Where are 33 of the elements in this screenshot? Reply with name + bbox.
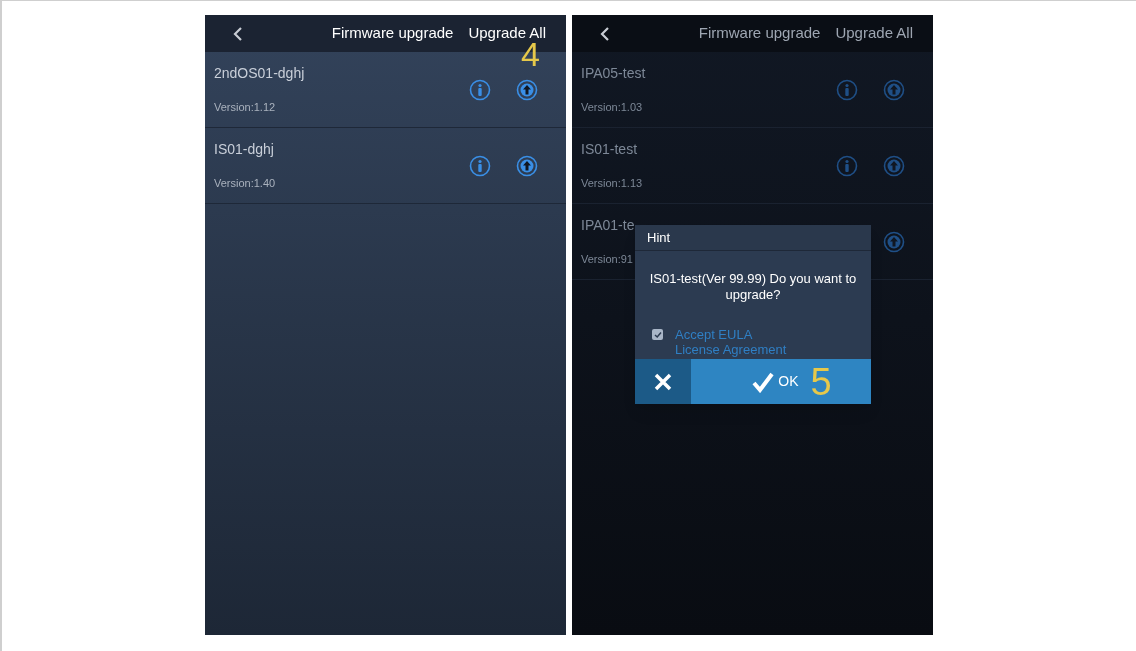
info-icon[interactable] (469, 154, 491, 177)
cancel-button[interactable] (635, 359, 691, 404)
close-icon (654, 372, 672, 391)
device-name: IS01-test (581, 140, 638, 160)
upload-icon[interactable] (883, 230, 905, 253)
version-text: Version:1.12 (214, 100, 276, 116)
upload-icon[interactable] (516, 154, 538, 177)
info-icon[interactable] (469, 78, 491, 101)
upload-icon[interactable] (883, 154, 905, 177)
dialog-title: Hint (635, 225, 871, 251)
version-text: Version:1.03 (581, 100, 643, 116)
info-icon[interactable] (836, 78, 858, 101)
upload-icon[interactable] (516, 78, 538, 101)
header-title: Firmware upgrade (698, 23, 821, 44)
device-name: 2ndOS01-dghj (214, 64, 305, 84)
device-name: IS01-dghj (214, 140, 274, 160)
device-name: IPA01-te (581, 216, 635, 236)
eula-checkbox[interactable] (652, 329, 663, 340)
version-text: Version:91 (581, 252, 633, 268)
version-text: Version:1.13 (581, 176, 643, 192)
back-icon[interactable] (600, 25, 610, 42)
info-icon[interactable] (836, 154, 858, 177)
upgrade-all-link[interactable]: Upgrade All (835, 22, 913, 45)
device-name: IPA05-test (581, 64, 646, 84)
version-text: Version:1.40 (214, 176, 276, 192)
ok-button[interactable]: OK 5 (691, 359, 871, 404)
check-icon (752, 370, 775, 393)
dialog-message: IS01-test(Ver 99.99) Do you want to upgrade? (648, 270, 858, 303)
eula-label: Accept EULA License Agreement (675, 327, 787, 357)
callout-number: 5 (810, 362, 832, 401)
header-title: Firmware upgrade (331, 23, 454, 44)
back-icon[interactable] (233, 25, 243, 42)
callout-number: 4 (521, 37, 540, 71)
